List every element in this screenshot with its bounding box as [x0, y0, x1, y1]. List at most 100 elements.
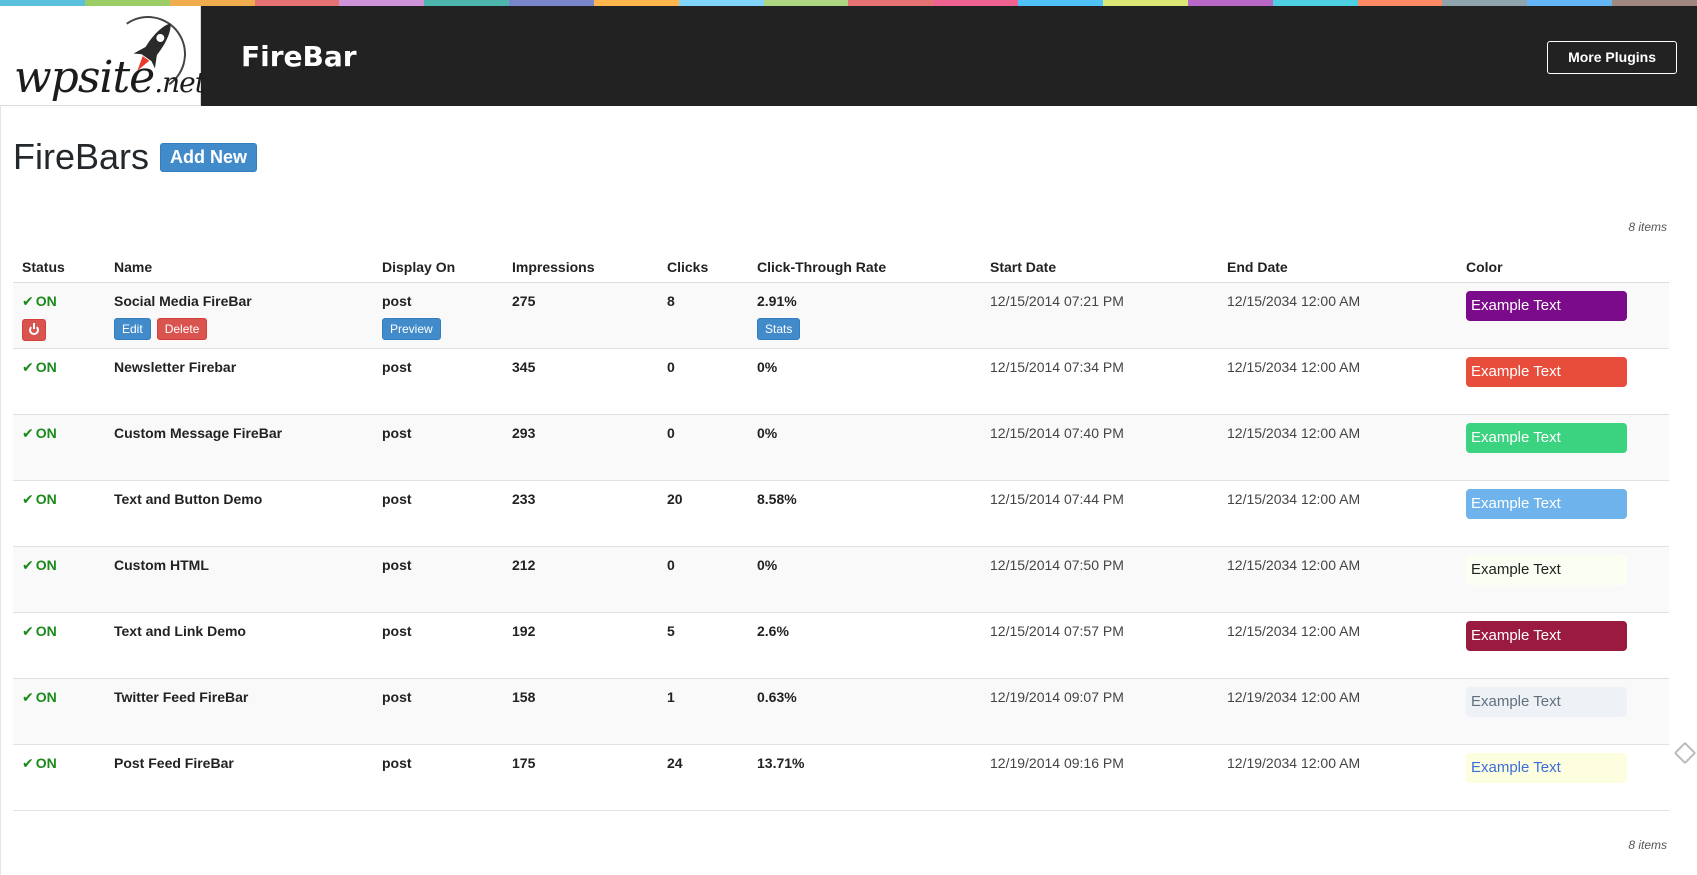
- start-date-value: 12/15/2014 07:57 PM: [990, 622, 1124, 639]
- page-title: FireBars: [13, 136, 150, 177]
- clicks-value: 0: [667, 556, 675, 573]
- impressions-value: 212: [512, 556, 536, 573]
- status-on-label: ON: [35, 358, 57, 375]
- display-on-cell: post Preview: [373, 282, 503, 348]
- color-cell: Example Text: [1457, 744, 1669, 810]
- display-on-value: post: [382, 688, 412, 705]
- top-header-bar: wpsite.net FireBar More Plugins: [0, 6, 1697, 106]
- column-header-color[interactable]: Color: [1457, 252, 1669, 283]
- color-preview-swatch: Example Text: [1466, 290, 1627, 321]
- checkmark-icon: ✔: [22, 622, 34, 639]
- name-cell: Custom HTML: [105, 546, 373, 612]
- status-on-label: ON: [35, 292, 57, 309]
- impressions-value: 158: [512, 688, 536, 705]
- firebar-name[interactable]: Social Media FireBar: [114, 293, 252, 309]
- display-on-cell: post: [373, 546, 503, 612]
- display-on-cell: post: [373, 348, 503, 414]
- status-on-label: ON: [35, 424, 57, 441]
- table-row: ✔ ON Newsletter Firebar post 345 0 0% 12/15/201…: [13, 348, 1669, 414]
- start-date-value: 12/19/2014 09:07 PM: [990, 688, 1124, 705]
- table-header-row: Status Name Display On Impressions Click…: [13, 252, 1669, 283]
- table-row: ✔ ON Social Media FireBar Edit Delete post Pre…: [13, 282, 1669, 348]
- ctr-value: 0%: [757, 358, 778, 375]
- firebar-name[interactable]: Newsletter Firebar: [114, 359, 236, 375]
- color-preview-swatch: Example Text: [1466, 356, 1627, 387]
- clicks-value: 1: [667, 688, 675, 705]
- table-row: ✔ ON Twitter Feed FireBar post 158 1 0.63% 12/1…: [13, 678, 1669, 744]
- firebar-name[interactable]: Twitter Feed FireBar: [114, 689, 248, 705]
- status-on-label: ON: [35, 622, 57, 639]
- column-header-name[interactable]: Name: [105, 252, 373, 283]
- clicks-value: 24: [667, 754, 683, 771]
- color-cell: Example Text: [1457, 348, 1669, 414]
- ctr-cell: 0%: [748, 414, 981, 480]
- status-cell: ✔ ON: [13, 414, 105, 480]
- color-preview-swatch: Example Text: [1466, 488, 1627, 519]
- column-header-ctr[interactable]: Click-Through Rate: [748, 252, 981, 283]
- color-cell: Example Text: [1457, 678, 1669, 744]
- column-header-start-date[interactable]: Start Date: [981, 252, 1218, 283]
- items-count-bottom: 8 items: [1628, 838, 1667, 852]
- display-on-cell: post: [373, 678, 503, 744]
- edit-pencil-icon[interactable]: [1673, 741, 1697, 765]
- checkmark-icon: ✔: [22, 490, 34, 507]
- checkmark-icon: ✔: [22, 358, 34, 375]
- ctr-cell: 13.71%: [748, 744, 981, 810]
- start-date-value: 12/15/2014 07:40 PM: [990, 424, 1124, 441]
- name-cell: Social Media FireBar Edit Delete: [105, 282, 373, 348]
- end-date-value: 12/15/2034 12:00 AM: [1227, 424, 1361, 441]
- clicks-value: 20: [667, 490, 683, 507]
- color-preview-swatch: Example Text: [1466, 686, 1627, 717]
- color-cell: Example Text: [1457, 546, 1669, 612]
- column-header-end-date[interactable]: End Date: [1218, 252, 1457, 283]
- start-date-value: 12/15/2014 07:50 PM: [990, 556, 1124, 573]
- start-date-value: 12/15/2014 07:44 PM: [990, 490, 1124, 507]
- clicks-value: 0: [667, 424, 675, 441]
- edit-button[interactable]: Edit: [114, 317, 151, 340]
- name-cell: Post Feed FireBar: [105, 744, 373, 810]
- firebars-table: Status Name Display On Impressions Click…: [13, 252, 1669, 811]
- ctr-value: 0%: [757, 556, 778, 573]
- firebar-name[interactable]: Post Feed FireBar: [114, 755, 234, 771]
- name-cell: Text and Link Demo: [105, 612, 373, 678]
- status-cell: ✔ ON: [13, 546, 105, 612]
- display-on-cell: post: [373, 612, 503, 678]
- start-date-value: 12/15/2014 07:34 PM: [990, 358, 1124, 375]
- impressions-value: 345: [512, 358, 536, 375]
- impressions-value: 275: [512, 292, 536, 309]
- wpsite-logo[interactable]: wpsite.net: [0, 6, 206, 106]
- firebar-name[interactable]: Custom HTML: [114, 557, 209, 573]
- more-plugins-button[interactable]: More Plugins: [1547, 41, 1677, 74]
- column-header-status[interactable]: Status: [13, 252, 105, 283]
- firebar-name[interactable]: Text and Link Demo: [114, 623, 246, 639]
- page-heading-row: FireBars Add New: [13, 136, 258, 178]
- toggle-power-button[interactable]: [22, 318, 46, 341]
- checkmark-icon: ✔: [22, 292, 34, 309]
- display-on-value: post: [382, 754, 412, 771]
- status-on-label: ON: [35, 490, 57, 507]
- end-date-value: 12/15/2034 12:00 AM: [1227, 358, 1361, 375]
- checkmark-icon: ✔: [22, 424, 34, 441]
- name-cell: Newsletter Firebar: [105, 348, 373, 414]
- display-on-value: post: [382, 292, 412, 309]
- preview-button[interactable]: Preview: [382, 317, 441, 340]
- start-date-value: 12/15/2014 07:21 PM: [990, 292, 1124, 309]
- status-cell: ✔ ON: [13, 282, 105, 348]
- column-header-impressions[interactable]: Impressions: [503, 252, 658, 283]
- stats-button[interactable]: Stats: [757, 317, 801, 340]
- delete-button[interactable]: Delete: [156, 317, 208, 340]
- display-on-cell: post: [373, 414, 503, 480]
- impressions-value: 293: [512, 424, 536, 441]
- checkmark-icon: ✔: [22, 754, 34, 771]
- ctr-cell: 8.58%: [748, 480, 981, 546]
- add-new-button[interactable]: Add New: [160, 142, 258, 172]
- color-preview-swatch: Example Text: [1466, 554, 1627, 585]
- column-header-display-on[interactable]: Display On: [373, 252, 503, 283]
- column-header-clicks[interactable]: Clicks: [658, 252, 748, 283]
- firebar-name[interactable]: Custom Message FireBar: [114, 425, 282, 441]
- display-on-value: post: [382, 424, 412, 441]
- display-on-value: post: [382, 622, 412, 639]
- start-date-value: 12/19/2014 09:16 PM: [990, 754, 1124, 771]
- firebar-name[interactable]: Text and Button Demo: [114, 491, 262, 507]
- ctr-value: 2.6%: [757, 622, 789, 639]
